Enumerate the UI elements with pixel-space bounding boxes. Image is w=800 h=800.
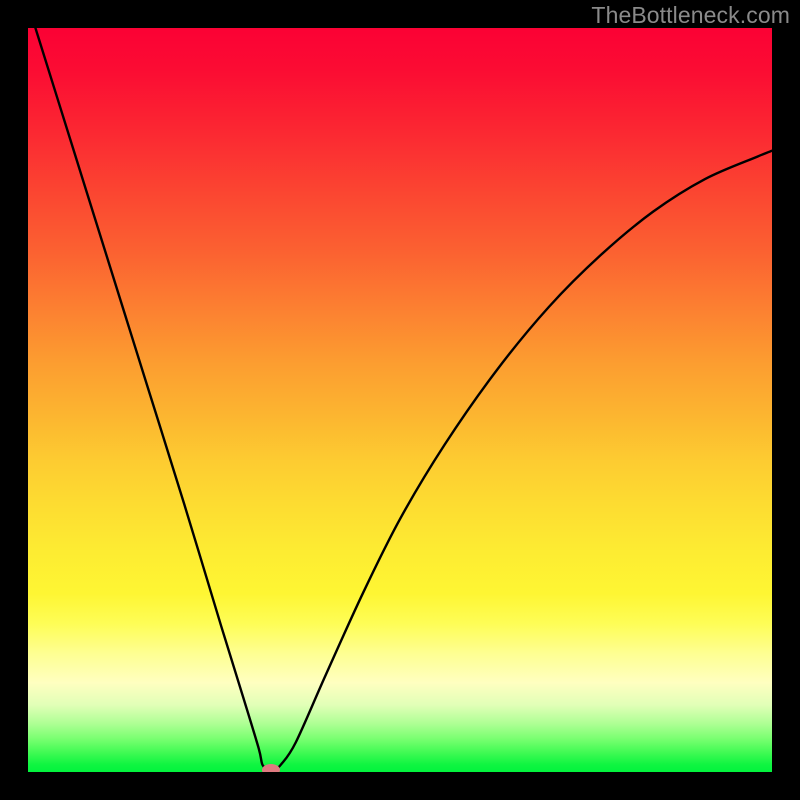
bathtub-curve <box>35 28 772 770</box>
plot-area <box>28 28 772 772</box>
chart-stage: TheBottleneck.com <box>0 0 800 800</box>
marker-dot <box>262 764 280 772</box>
curve-svg <box>28 28 772 772</box>
watermark-text: TheBottleneck.com <box>591 2 790 29</box>
